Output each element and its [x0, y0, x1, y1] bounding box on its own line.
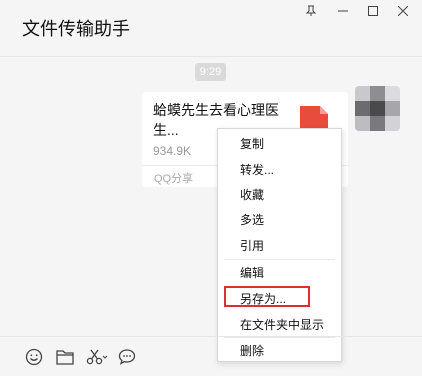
maximize-button[interactable] [358, 0, 388, 22]
menu-item-label: 删除 [240, 344, 265, 358]
screenshot-button[interactable] [85, 347, 109, 367]
file-source-label: QQ分享 [154, 173, 194, 185]
file-button[interactable] [55, 347, 75, 367]
file-size: 934.9K [153, 144, 192, 158]
menu-item-label: 多选 [240, 213, 265, 227]
menu-item-delete[interactable]: 删除 [218, 338, 341, 362]
menu-item-label: 在文件夹中显示 [240, 318, 325, 332]
menu-item-copy[interactable]: 复制 [218, 131, 341, 155]
menu-item-show-in-folder[interactable]: 在文件夹中显示 [218, 312, 341, 336]
chat-history-button[interactable] [117, 347, 137, 367]
scissors-icon [86, 349, 108, 365]
folder-icon [56, 350, 74, 365]
pin-button[interactable] [296, 0, 326, 22]
close-icon [398, 6, 408, 16]
avatar[interactable] [355, 86, 400, 131]
emoji-icon [25, 348, 43, 366]
context-menu: 复制 转发... 收藏 多选 引用 编辑 另存为... 在文件夹中显示 删除 [217, 128, 342, 362]
close-button[interactable] [388, 0, 418, 22]
menu-item-label: 收藏 [240, 188, 265, 202]
menu-item-multiselect[interactable]: 多选 [218, 207, 341, 231]
menu-item-favorite[interactable]: 收藏 [218, 182, 341, 206]
pin-icon [305, 5, 317, 16]
menu-item-label: 引用 [240, 239, 265, 253]
save-as-highlight-box [224, 286, 310, 307]
menu-item-edit[interactable]: 编辑 [218, 260, 341, 284]
chat-title: 文件传输助手 [22, 19, 130, 39]
message-timestamp: 9:29 [195, 63, 226, 81]
maximize-icon [368, 6, 378, 16]
header-divider [0, 56, 422, 57]
menu-item-quote[interactable]: 引用 [218, 233, 341, 257]
menu-item-label: 复制 [240, 137, 265, 151]
menu-item-label: 转发... [240, 163, 275, 177]
title-bar: 文件传输助手 [0, 0, 422, 56]
minimize-icon [338, 10, 348, 12]
minimize-button[interactable] [328, 0, 358, 22]
input-divider [0, 336, 422, 337]
menu-item-forward[interactable]: 转发... [218, 157, 341, 181]
menu-item-label: 编辑 [240, 266, 265, 280]
emoji-button[interactable] [24, 347, 44, 367]
chat-bubble-icon [118, 349, 136, 365]
